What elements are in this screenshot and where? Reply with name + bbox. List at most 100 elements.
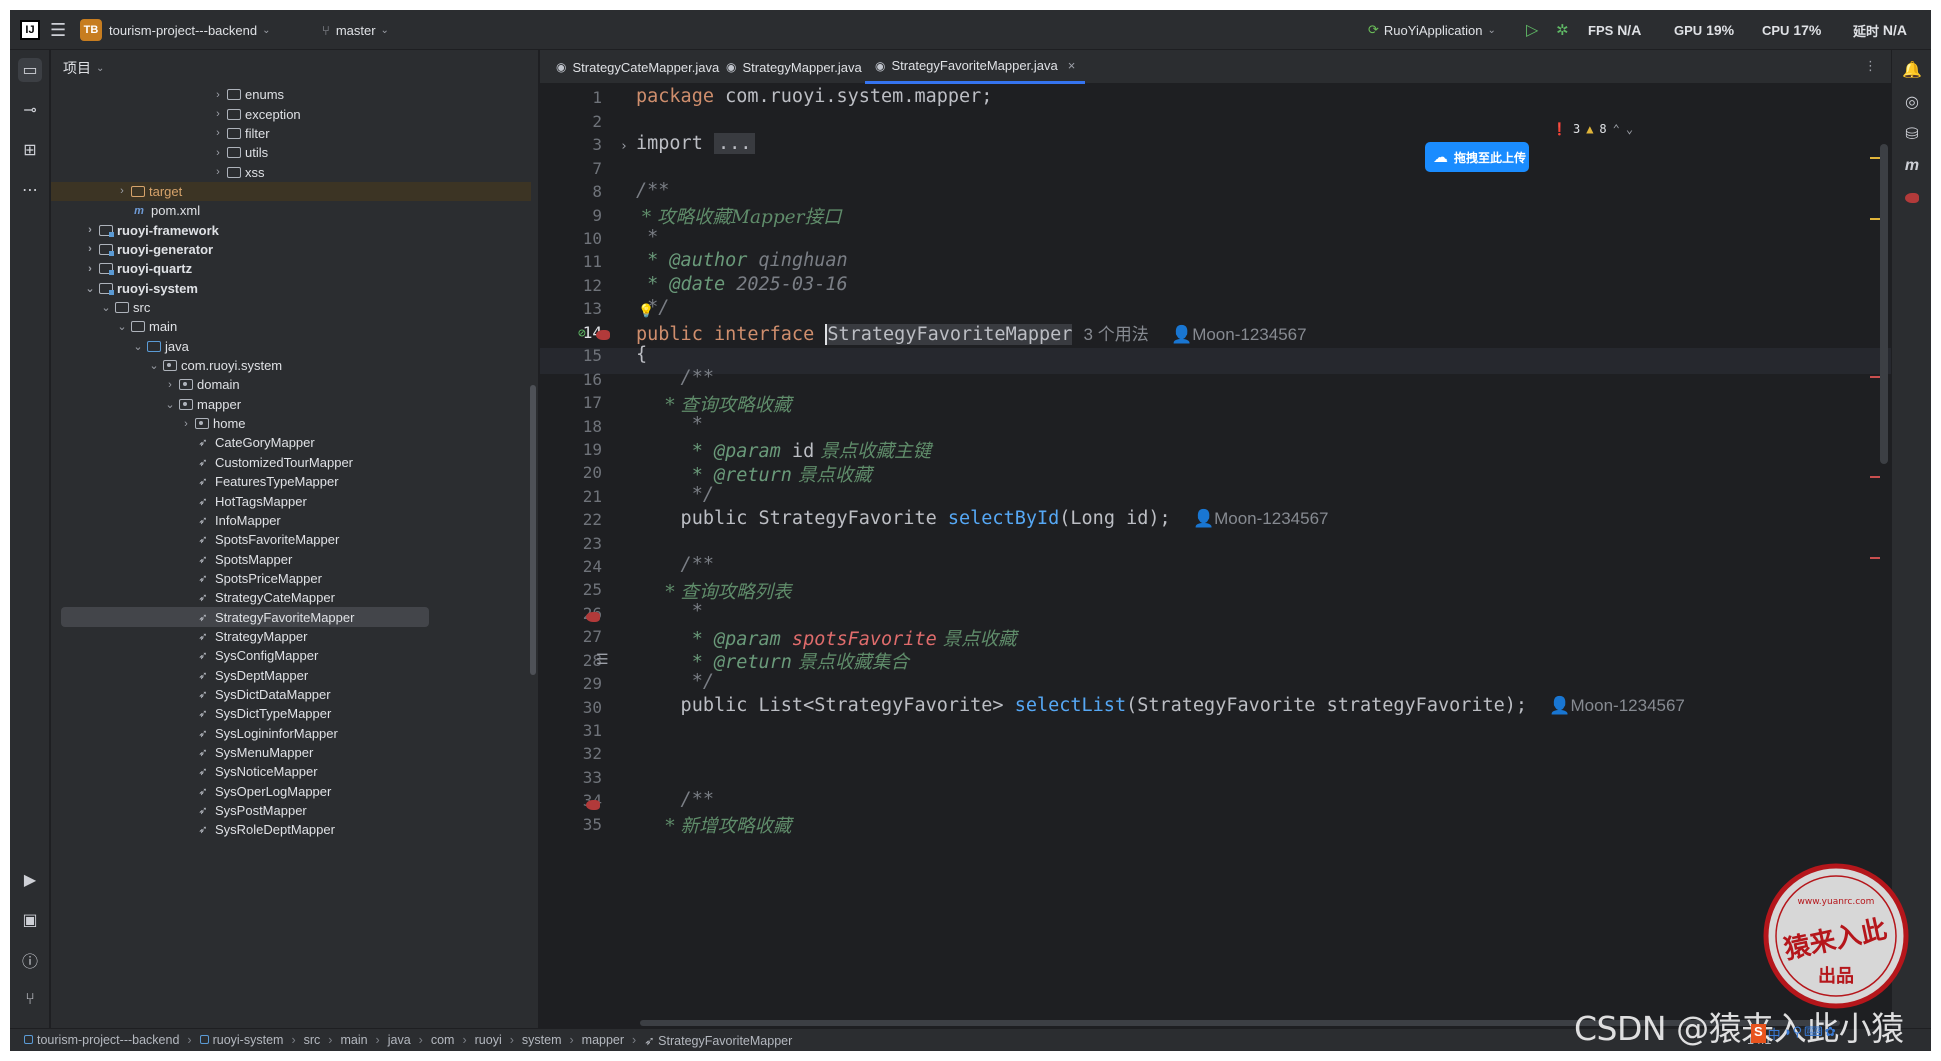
chevron-right-icon[interactable]: ›: [211, 166, 225, 178]
inspection-widget[interactable]: ❗ 3 ▲ 8 ⌃ ⌄: [1552, 122, 1633, 136]
tree-item[interactable]: ⌄ mapper: [51, 395, 531, 414]
editor-vertical-scrollbar[interactable]: [1880, 144, 1888, 464]
chevron-right-icon[interactable]: ›: [83, 263, 97, 275]
chevron-right-icon[interactable]: ›: [211, 108, 225, 120]
tree-item[interactable]: ➶ StrategyCateMapper: [51, 588, 531, 607]
breadcrumb-item[interactable]: system: [522, 1033, 562, 1047]
tabs-more-icon[interactable]: ⋮: [1864, 58, 1877, 74]
app-logo[interactable]: IJ: [20, 10, 40, 50]
chevron-right-icon[interactable]: ›: [211, 89, 225, 101]
chevron-down-icon[interactable]: ⌄: [147, 359, 161, 372]
breadcrumb-item[interactable]: ruoyi: [475, 1033, 502, 1047]
tree-item[interactable]: ➶ SysDeptMapper: [51, 666, 531, 685]
git-tool-icon[interactable]: ⑂: [18, 988, 42, 1012]
mybatis-bird-icon[interactable]: [586, 612, 600, 622]
mybatis-tool-icon[interactable]: [1900, 186, 1924, 210]
error-marker[interactable]: [1870, 476, 1880, 478]
tree-item[interactable]: ➶ InfoMapper: [51, 511, 531, 530]
more-tools-icon[interactable]: ⋯: [18, 178, 42, 202]
tree-item[interactable]: ➶ StrategyMapper: [51, 627, 531, 646]
chevron-down-icon[interactable]: ⌄: [163, 398, 177, 411]
chevron-right-icon[interactable]: ›: [163, 379, 177, 391]
warning-marker[interactable]: [1870, 157, 1880, 159]
upload-button[interactable]: ☁ 拖拽至此上传: [1425, 142, 1529, 172]
services-tool-icon[interactable]: ▶: [18, 868, 42, 892]
chevron-down-icon[interactable]: ⌄: [115, 320, 129, 333]
tree-item[interactable]: m pom.xml: [51, 201, 531, 220]
tree-item[interactable]: ⌄ com.ruoyi.system: [51, 356, 531, 375]
tree-item[interactable]: › ruoyi-framework: [51, 220, 531, 239]
tree-item[interactable]: ⌄ ruoyi-system: [51, 279, 531, 298]
breadcrumb-item[interactable]: com: [431, 1033, 455, 1047]
tree-item[interactable]: ➶ SysRoleDeptMapper: [51, 820, 531, 839]
tree-item[interactable]: › domain: [51, 375, 531, 394]
tree-item[interactable]: › home: [51, 414, 531, 433]
doc-render-icon[interactable]: ☰: [596, 652, 609, 668]
breadcrumb-item[interactable]: mapper: [582, 1033, 624, 1047]
tree-item[interactable]: › exception: [51, 104, 531, 123]
breadcrumb-item[interactable]: main: [340, 1033, 367, 1047]
tree-item[interactable]: › enums: [51, 85, 531, 104]
tree-item[interactable]: ➶ SysDictDataMapper: [51, 685, 531, 704]
tree-item[interactable]: › ruoyi-generator: [51, 240, 531, 259]
error-marker[interactable]: [1870, 376, 1880, 378]
tree-item[interactable]: ➶ HotTagsMapper: [51, 491, 531, 510]
tree-item[interactable]: ⌄ src: [51, 298, 531, 317]
tree-item[interactable]: › target: [51, 181, 531, 202]
author-hint[interactable]: 👤Moon-1234567: [1193, 509, 1329, 528]
chevron-down-icon[interactable]: ⌄: [1626, 122, 1633, 136]
implemented-icon[interactable]: ⊘: [578, 326, 586, 341]
author-hint[interactable]: 👤Moon-1234567: [1549, 696, 1685, 715]
close-icon[interactable]: ×: [1068, 58, 1076, 73]
tree-item[interactable]: › ruoyi-quartz: [51, 259, 531, 278]
run-icon[interactable]: ▷: [1526, 10, 1538, 50]
tree-item[interactable]: › utils: [51, 143, 531, 162]
tree-item[interactable]: › xss: [51, 162, 531, 181]
breadcrumb-item[interactable]: ruoyi-system: [199, 1033, 283, 1047]
chevron-down-icon[interactable]: ⌄: [131, 340, 145, 353]
breadcrumb-item[interactable]: src: [304, 1033, 321, 1047]
maven-icon[interactable]: m: [1900, 154, 1924, 178]
tree-scrollbar[interactable]: [530, 385, 536, 675]
folded-imports[interactable]: ...: [713, 133, 756, 154]
branch-switcher[interactable]: ⑂ master ⌄: [322, 10, 389, 50]
fold-arrow-icon[interactable]: ›: [620, 139, 628, 154]
problems-tool-icon[interactable]: ⓘ: [18, 948, 42, 972]
tree-item[interactable]: ➶ FeaturesTypeMapper: [51, 472, 531, 491]
chevron-down-icon[interactable]: ⌄: [83, 282, 97, 295]
breadcrumb-item[interactable]: tourism-project---backend: [24, 1033, 179, 1047]
chevron-right-icon[interactable]: ›: [115, 185, 129, 197]
chevron-right-icon[interactable]: ›: [83, 243, 97, 255]
tree-item[interactable]: ➶ SysOperLogMapper: [51, 782, 531, 801]
main-menu-icon[interactable]: ☰: [50, 10, 66, 50]
debug-icon[interactable]: ✲: [1556, 10, 1569, 50]
mybatis-bird-icon[interactable]: [596, 330, 610, 340]
tab-strategy-cate-mapper[interactable]: ◉ StrategyCateMapper.java: [546, 50, 729, 84]
tab-strategy-favorite-mapper[interactable]: ◉ StrategyFavoriteMapper.java ×: [865, 50, 1086, 84]
chevron-right-icon[interactable]: ›: [211, 127, 225, 139]
project-tool-icon[interactable]: ▭: [18, 58, 42, 82]
tree-item[interactable]: ⌄ java: [51, 337, 531, 356]
tree-item[interactable]: ➶ SysDictTypeMapper: [51, 704, 531, 723]
project-panel-header[interactable]: 项目 ⌄: [51, 50, 538, 86]
tree-item[interactable]: ➶ SysNoticeMapper: [51, 762, 531, 781]
chevron-right-icon[interactable]: ›: [179, 418, 193, 430]
tree-item[interactable]: ➶ SysConfigMapper: [51, 646, 531, 665]
terminal-tool-icon[interactable]: ▣: [18, 908, 42, 932]
tree-item[interactable]: ➶ SysPostMapper: [51, 801, 531, 820]
tree-item[interactable]: ➶ CateGoryMapper: [51, 433, 531, 452]
run-config-selector[interactable]: ⟳ RuoYiApplication ⌄: [1368, 10, 1496, 50]
tree-item[interactable]: ➶ SysLogininforMapper: [51, 724, 531, 743]
chevron-down-icon[interactable]: ⌄: [99, 301, 113, 314]
code-area[interactable]: 1 2 3 7 8 9 10 11 12 13 14 15 16 17 18 1…: [540, 84, 1891, 1028]
chevron-up-icon[interactable]: ⌃: [1613, 122, 1620, 136]
mybatis-bird-icon[interactable]: [586, 800, 600, 810]
author-hint[interactable]: 👤Moon-1234567: [1171, 325, 1307, 344]
interface-name[interactable]: StrategyFavoriteMapper: [825, 324, 1073, 345]
tree-item[interactable]: ➶ StrategyFavoriteMapper: [61, 607, 429, 627]
chevron-right-icon[interactable]: ›: [211, 147, 225, 159]
warning-marker[interactable]: [1870, 218, 1880, 220]
method-name[interactable]: selectList: [1015, 695, 1126, 716]
tree-item[interactable]: ➶ SpotsFavoriteMapper: [51, 530, 531, 549]
tree-item[interactable]: ⌄ main: [51, 317, 531, 336]
